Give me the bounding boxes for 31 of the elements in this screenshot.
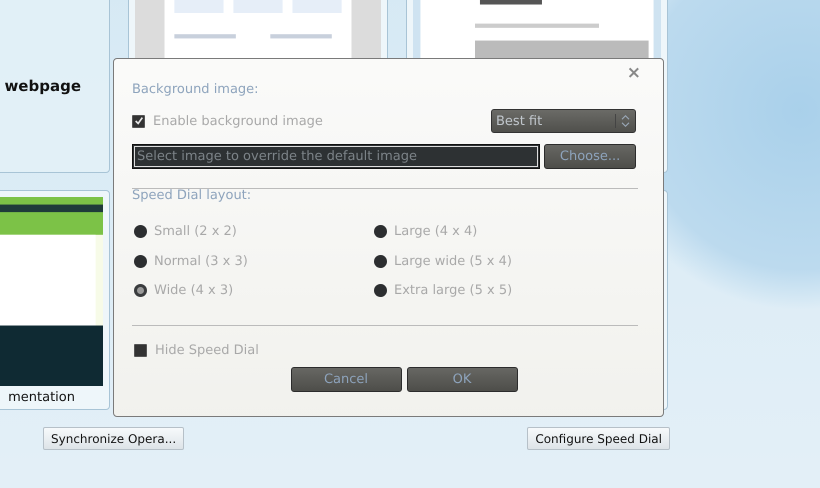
speed-dial-tile[interactable]: webpage	[0, 0, 110, 173]
dialog-button[interactable]: OK	[406, 366, 518, 392]
radio-label: Wide (4 x 3)	[154, 283, 234, 298]
close-button[interactable]: ×	[622, 63, 645, 83]
up-down-icon	[615, 114, 630, 128]
section-heading: Background image:	[132, 82, 260, 97]
radio-button[interactable]	[134, 254, 147, 268]
speed-dial-button[interactable]: Synchronize Opera...	[43, 427, 184, 450]
section-heading: Speed Dial layout:	[132, 188, 252, 203]
radio-button[interactable]	[374, 254, 387, 268]
checkbox-label: Hide Speed Dial	[155, 342, 259, 358]
choose-button[interactable]: Choose...	[544, 144, 636, 169]
speed-dial-tile[interactable]: mentation	[0, 190, 110, 410]
fit-dropdown[interactable]: Best fit	[491, 109, 636, 133]
checkbox[interactable]	[132, 114, 145, 128]
radio-label: Large wide (5 x 4)	[394, 254, 512, 269]
speed-dial-button[interactable]: Configure Speed Dial	[527, 427, 670, 450]
radio-label: Small (2 x 2)	[154, 224, 237, 240]
radio-label: Normal (3 x 3)	[154, 254, 248, 269]
checkbox-label: Enable background image	[153, 114, 323, 128]
radio-label: Large (4 x 4)	[394, 224, 478, 240]
tile-title: webpage	[4, 77, 81, 95]
dialog-button[interactable]: Cancel	[290, 366, 402, 392]
radio-button[interactable]	[134, 284, 147, 298]
radio-button[interactable]	[374, 284, 387, 298]
radio-label: Extra large (5 x 5)	[394, 283, 512, 298]
file-field[interactable]: Select image to override the default image	[132, 144, 540, 169]
checkbox[interactable]	[134, 344, 147, 356]
tile-title: mentation	[7, 389, 76, 407]
radio-button[interactable]	[134, 225, 147, 238]
radio-button[interactable]	[374, 225, 387, 238]
